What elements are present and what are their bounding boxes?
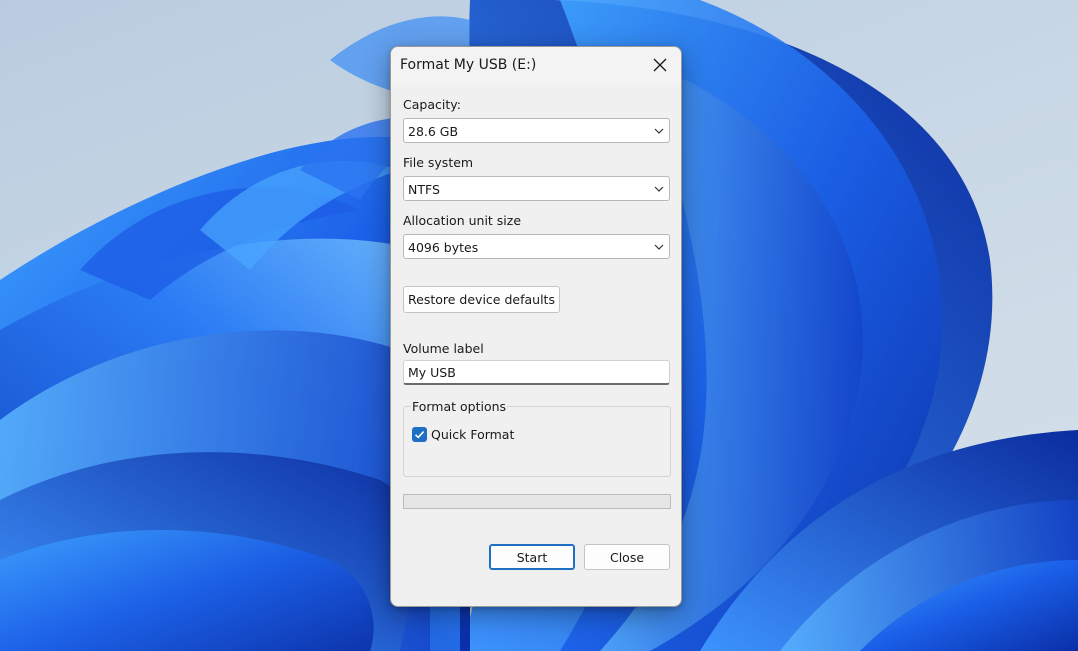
close-button[interactable]: Close (584, 544, 670, 570)
allocation-unit-size-select[interactable]: 4096 bytes (403, 234, 670, 259)
chevron-down-icon (654, 186, 664, 192)
volume-label-input[interactable] (403, 360, 670, 385)
capacity-value: 28.6 GB (408, 124, 459, 139)
capacity-label: Capacity: (403, 97, 461, 112)
dialog-titlebar: Format My USB (E:) (391, 47, 681, 85)
format-dialog: Format My USB (E:) Capacity: 28.6 GB Fil… (390, 46, 682, 607)
dialog-title: Format My USB (E:) (400, 57, 537, 73)
quick-format-label[interactable]: Quick Format (431, 427, 514, 442)
checkmark-icon (414, 431, 425, 439)
start-button[interactable]: Start (489, 544, 575, 570)
allocation-unit-size-label: Allocation unit size (403, 213, 522, 228)
format-options-legend: Format options (411, 399, 508, 414)
close-icon (653, 58, 667, 72)
chevron-down-icon (654, 244, 664, 250)
desktop: Format My USB (E:) Capacity: 28.6 GB Fil… (0, 0, 1078, 651)
quick-format-checkbox[interactable] (412, 427, 427, 442)
format-progress-bar (403, 494, 671, 509)
file-system-value: NTFS (408, 182, 440, 197)
file-system-select[interactable]: NTFS (403, 176, 670, 201)
allocation-unit-size-value: 4096 bytes (408, 240, 479, 255)
titlebar-close-button[interactable] (645, 51, 675, 79)
restore-defaults-button[interactable]: Restore device defaults (403, 286, 560, 313)
file-system-label: File system (403, 155, 474, 170)
capacity-select[interactable]: 28.6 GB (403, 118, 670, 143)
chevron-down-icon (654, 128, 664, 134)
volume-label-label: Volume label (403, 341, 484, 356)
